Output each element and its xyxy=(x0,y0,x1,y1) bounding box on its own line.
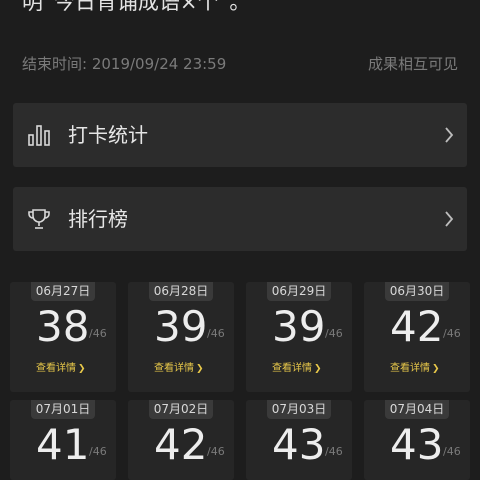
day-card-0628[interactable]: 06月28日 39 /46 查看详情 ❯ xyxy=(128,282,234,392)
day-card-0630[interactable]: 06月30日 42 /46 查看详情 ❯ xyxy=(364,282,470,392)
view-detail-link[interactable]: 查看详情 ❯ xyxy=(36,362,86,376)
ranking-label: 排行榜 xyxy=(68,207,128,231)
day-count: 41 xyxy=(36,420,90,469)
checkin-stats-button[interactable]: 打卡统计 xyxy=(13,103,467,167)
day-date: 06月29日 xyxy=(267,282,331,301)
intro-text: 明“今日背诵成语×个”。 xyxy=(22,0,251,14)
chevron-right-small-icon: ❯ xyxy=(314,364,322,374)
day-date: 06月28日 xyxy=(149,282,213,301)
chevron-right-icon xyxy=(445,211,454,227)
day-count: 43 xyxy=(390,420,444,469)
day-count: 42 xyxy=(154,420,208,469)
day-card-0704[interactable]: 07月04日 43 /46 xyxy=(364,400,470,480)
day-count: 38 xyxy=(36,302,90,351)
view-detail-link[interactable]: 查看详情 ❯ xyxy=(154,362,204,376)
checkin-stats-label: 打卡统计 xyxy=(68,123,148,147)
day-count: 42 xyxy=(390,302,444,351)
view-detail-label: 查看详情 xyxy=(154,363,194,374)
chevron-right-icon xyxy=(445,127,454,143)
chevron-right-small-icon: ❯ xyxy=(196,364,204,374)
checkin-detail-page: 明“今日背诵成语×个”。 结束时间: 2019/09/24 23:59 成果相互… xyxy=(0,0,480,480)
day-total: /46 xyxy=(443,327,461,340)
day-count: 39 xyxy=(154,302,208,351)
day-card-0701[interactable]: 07月01日 41 /46 xyxy=(10,400,116,480)
day-total: /46 xyxy=(325,445,343,458)
view-detail-label: 查看详情 xyxy=(390,363,430,374)
day-date: 07月03日 xyxy=(267,400,331,419)
day-total: /46 xyxy=(207,327,225,340)
day-date: 07月01日 xyxy=(31,400,95,419)
visibility-text: 成果相互可见 xyxy=(367,55,458,73)
day-total: /46 xyxy=(207,445,225,458)
day-total: /46 xyxy=(325,327,343,340)
day-date: 07月02日 xyxy=(149,400,213,419)
day-date: 07月04日 xyxy=(385,400,449,419)
day-card-0702[interactable]: 07月02日 42 /46 xyxy=(128,400,234,480)
day-card-0703[interactable]: 07月03日 43 /46 xyxy=(246,400,352,480)
ranking-button[interactable]: 排行榜 xyxy=(13,187,467,251)
day-count: 43 xyxy=(272,420,326,469)
day-total: /46 xyxy=(89,445,107,458)
day-date: 06月30日 xyxy=(385,282,449,301)
day-total: /46 xyxy=(443,445,461,458)
bar-chart-icon xyxy=(28,125,50,146)
day-count: 39 xyxy=(272,302,326,351)
day-card-0629[interactable]: 06月29日 39 /46 查看详情 ❯ xyxy=(246,282,352,392)
end-time-text: 结束时间: 2019/09/24 23:59 xyxy=(22,55,227,73)
day-total: /46 xyxy=(89,327,107,340)
trophy-icon xyxy=(28,209,50,229)
day-card-0627[interactable]: 06月27日 38 /46 查看详情 ❯ xyxy=(10,282,116,392)
chevron-right-small-icon: ❯ xyxy=(432,364,440,374)
view-detail-link[interactable]: 查看详情 ❯ xyxy=(272,362,322,376)
day-date: 06月27日 xyxy=(31,282,95,301)
view-detail-link[interactable]: 查看详情 ❯ xyxy=(390,362,440,376)
chevron-right-small-icon: ❯ xyxy=(78,364,86,374)
view-detail-label: 查看详情 xyxy=(36,363,76,374)
view-detail-label: 查看详情 xyxy=(272,363,312,374)
meta-row: 结束时间: 2019/09/24 23:59 成果相互可见 xyxy=(22,53,458,73)
